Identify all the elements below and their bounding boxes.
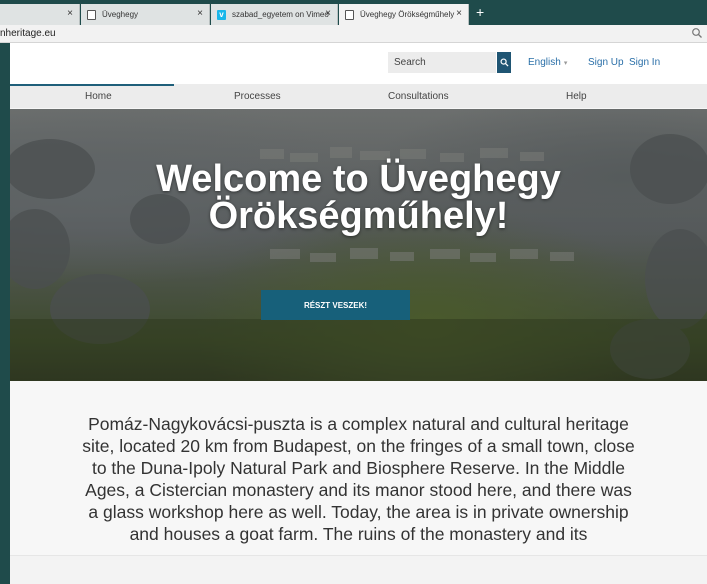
page-icon [87, 9, 96, 20]
vimeo-icon: v [217, 9, 226, 20]
close-icon[interactable]: × [325, 8, 331, 19]
browser-tab-1[interactable]: × [0, 4, 80, 25]
browser-tab-strip: × Üveghegy × v szabad_egyetem on Vimeo ×… [0, 0, 707, 25]
search-icon[interactable] [691, 27, 703, 39]
close-icon[interactable]: × [67, 8, 73, 19]
search-icon [499, 58, 509, 67]
browser-tab-3[interactable]: v szabad_egyetem on Vimeo × [211, 4, 338, 25]
intro-text: Pomáz-Nagykovácsi-puszta is a complex na… [82, 414, 635, 544]
browser-tab-2[interactable]: Üveghegy × [81, 4, 210, 25]
main-nav: Home Processes Consultations Help [10, 84, 707, 108]
bottom-bar [10, 555, 707, 584]
nav-item-processes[interactable]: Processes [234, 91, 281, 102]
page-icon [345, 9, 354, 20]
participate-button[interactable]: RÉSZT VESZEK! [261, 290, 410, 320]
tab-title: szabad_egyetem on Vimeo [232, 10, 329, 19]
url-text[interactable]: nheritage.eu [0, 28, 56, 39]
active-tab-indicator [10, 84, 174, 86]
sign-in-link[interactable]: Sign In [629, 57, 660, 68]
hero-background-image [10, 134, 707, 381]
nav-item-consultations[interactable]: Consultations [388, 91, 449, 102]
nav-item-home[interactable]: Home [85, 91, 112, 102]
hero-banner: Welcome to Üveghegy Örökségműhely! RÉSZT… [10, 109, 707, 381]
sign-up-link[interactable]: Sign Up [588, 57, 624, 68]
browser-tab-4-active[interactable]: Üveghegy Örökségműhely × [339, 4, 469, 25]
tab-title: Üveghegy [102, 10, 139, 19]
hero-title: Welcome to Üveghegy Örökségműhely! [156, 158, 561, 237]
web-page: Search English ▾ Sign Up Sign In Home Pro… [10, 43, 707, 584]
tab-title: Üveghegy Örökségműhely [360, 10, 455, 19]
intro-section: Pomáz-Nagykovácsi-puszta is a complex na… [10, 413, 707, 555]
search-input[interactable]: Search [388, 52, 496, 73]
search-button[interactable] [497, 52, 511, 73]
language-label: English [528, 57, 561, 68]
close-icon[interactable]: × [456, 8, 462, 19]
language-select[interactable]: English ▾ [528, 57, 567, 68]
nav-item-help[interactable]: Help [566, 91, 587, 102]
close-icon[interactable]: × [197, 8, 203, 19]
site-header: Search English ▾ Sign Up Sign In [10, 43, 707, 84]
address-bar[interactable]: nheritage.eu [0, 25, 707, 43]
chevron-down-icon: ▾ [563, 60, 568, 67]
new-tab-icon[interactable]: + [476, 4, 484, 20]
